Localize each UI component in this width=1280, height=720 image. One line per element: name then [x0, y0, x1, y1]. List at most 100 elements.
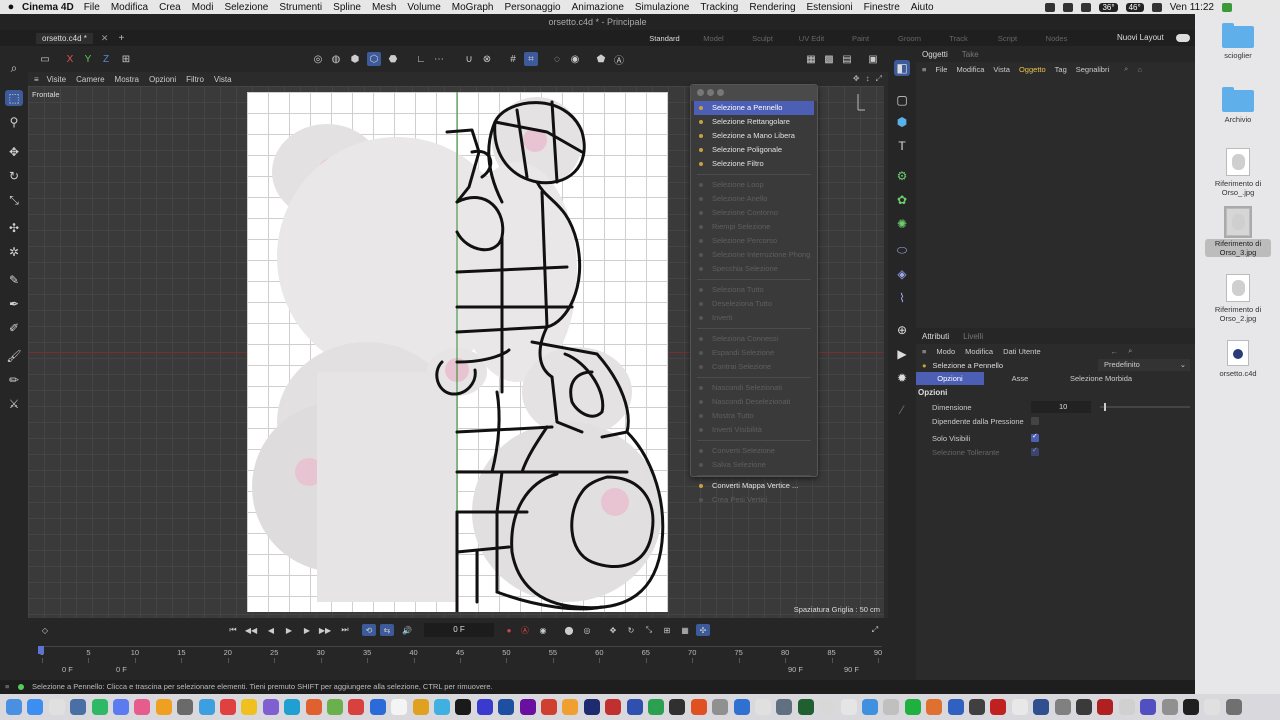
preview-start-field[interactable]: 0 F: [116, 665, 127, 674]
attr-menu-modifica[interactable]: Modifica: [965, 347, 993, 356]
coordinate-system-icon[interactable]: ⊞: [119, 52, 133, 66]
dock-app-icon[interactable]: [562, 699, 579, 715]
new-tab-icon[interactable]: +: [118, 33, 124, 44]
back-arrow-icon[interactable]: ←: [1111, 347, 1119, 356]
spline-pen-icon[interactable]: ✎: [5, 272, 23, 288]
dock-app-icon[interactable]: [755, 699, 771, 715]
dock-app-icon[interactable]: [434, 699, 450, 715]
cloud-icon[interactable]: [1063, 2, 1074, 12]
go-to-end-icon[interactable]: ⏭: [338, 624, 352, 636]
search-icon[interactable]: ⌕: [1124, 64, 1128, 74]
dock-app-icon[interactable]: [648, 699, 664, 715]
preset-dropdown[interactable]: Predefinito ⌄: [1098, 359, 1190, 371]
prev-frame-icon[interactable]: ◀: [264, 624, 278, 636]
points-mode-icon[interactable]: ⬢: [348, 52, 362, 66]
subtab-selezione-morbida[interactable]: Selezione Morbida: [1056, 372, 1146, 385]
transform-tool-icon[interactable]: ✣: [5, 220, 23, 236]
axis-mode-icon[interactable]: ∟: [414, 52, 428, 66]
dock-app-icon[interactable]: [70, 699, 87, 715]
viewport-menu-opzioni[interactable]: Opzioni: [149, 75, 176, 84]
viewport-menu-vista[interactable]: Vista: [214, 75, 232, 84]
layout-toggle[interactable]: [1176, 34, 1190, 42]
sketch-tool-icon[interactable]: ✐: [5, 320, 23, 336]
dock-app-icon[interactable]: [690, 699, 707, 715]
dock-app-icon[interactable]: [904, 699, 921, 715]
key-param-icon[interactable]: ⊞: [660, 624, 674, 636]
menu-volume[interactable]: Volume: [407, 2, 440, 13]
dimensione-field[interactable]: 10: [1031, 401, 1091, 413]
dock-app-icon[interactable]: [498, 699, 515, 715]
search-icon[interactable]: ⌕: [1128, 346, 1132, 356]
dock-app-icon[interactable]: [262, 699, 279, 715]
dock-app-icon[interactable]: [712, 699, 729, 715]
tweak-tool-icon[interactable]: ⚲: [5, 114, 23, 130]
dock-app-icon[interactable]: [48, 699, 65, 715]
maximize-icon[interactable]: ⤢: [876, 74, 882, 84]
selection-menu-item[interactable]: Converti Mappa Vertice ...: [694, 479, 814, 493]
render-view-icon[interactable]: ▦: [804, 52, 818, 66]
rotate-tool-icon[interactable]: ↻: [5, 168, 23, 184]
desktop-folder-archivio[interactable]: Archivio: [1205, 87, 1271, 124]
camera-icon[interactable]: ▶: [894, 346, 910, 362]
new-layouts-label[interactable]: Nuovi Layout: [1117, 33, 1164, 42]
generator-icon[interactable]: ⚙: [894, 168, 910, 184]
clapper-icon[interactable]: ▭: [38, 52, 52, 66]
app-menu[interactable]: Cinema 4D: [22, 2, 74, 13]
tab-oggetti[interactable]: Oggetti: [922, 50, 948, 59]
dock-app-icon[interactable]: [883, 699, 900, 715]
dock-app-icon[interactable]: [862, 699, 878, 715]
field-icon[interactable]: ◈: [894, 266, 910, 282]
layout-paint[interactable]: Paint: [836, 34, 885, 43]
menu-aiuto[interactable]: Aiuto: [911, 2, 934, 13]
layout-track[interactable]: Track: [934, 34, 983, 43]
dock-app-icon[interactable]: [840, 699, 857, 715]
search-icon[interactable]: ⌕: [5, 60, 23, 76]
tweak-mode-icon[interactable]: ⋯: [432, 52, 446, 66]
dock-app-icon[interactable]: [155, 699, 172, 715]
edit-icon[interactable]: ⁄: [894, 402, 910, 418]
play-icon[interactable]: ▶: [282, 624, 296, 636]
objects-menu-oggetto[interactable]: Oggetto: [1019, 65, 1046, 74]
record-icon[interactable]: Ⓐ: [518, 624, 532, 636]
dock-app-icon[interactable]: [1183, 699, 1199, 715]
close-tab-icon[interactable]: ✕: [101, 33, 109, 44]
gpu-temp-badge[interactable]: 46°: [1125, 2, 1144, 12]
key-position-icon[interactable]: ◎: [580, 624, 594, 636]
viewport-menu-visite[interactable]: Visite: [47, 75, 66, 84]
dock-app-icon[interactable]: [541, 699, 557, 715]
objects-menu-segnalibri[interactable]: Segnalibri: [1076, 65, 1109, 74]
menu-animazione[interactable]: Animazione: [572, 2, 624, 13]
hamburger-icon[interactable]: ≡: [922, 65, 926, 74]
tab-take[interactable]: Take: [962, 50, 979, 59]
key-move-icon[interactable]: ✥: [606, 624, 620, 636]
menu-finestre[interactable]: Finestre: [864, 2, 900, 13]
menu-spline[interactable]: Spline: [333, 2, 361, 13]
status-icon[interactable]: [1045, 2, 1056, 12]
dock-app-icon[interactable]: [220, 699, 236, 715]
go-to-start-icon[interactable]: ⏮: [226, 624, 240, 636]
selezione-tollerante-checkbox[interactable]: [1031, 446, 1039, 456]
dock-app-icon[interactable]: [6, 699, 22, 715]
menubar-clock[interactable]: Ven 11:22: [1170, 2, 1214, 13]
scale-tool-icon[interactable]: ⤡: [5, 192, 23, 208]
attr-menu-modo[interactable]: Modo: [936, 347, 955, 356]
brush-tool-icon[interactable]: 🖌: [5, 348, 23, 364]
desktop-folder-scioglier[interactable]: scioglier: [1205, 23, 1271, 60]
cpu-temp-badge[interactable]: 36°: [1099, 2, 1118, 12]
dock-app-icon[interactable]: [947, 699, 964, 715]
lock-icon[interactable]: ◧: [894, 60, 910, 76]
prev-key-icon[interactable]: ◀◀: [244, 624, 258, 636]
tab-attributi[interactable]: Attributi: [922, 332, 949, 341]
timeline-expand-icon[interactable]: ⤢: [868, 624, 882, 636]
selection-tool-icon[interactable]: ⬚: [5, 90, 23, 106]
subtab-opzioni[interactable]: Opzioni: [916, 372, 984, 385]
menu-modifica[interactable]: Modifica: [111, 2, 148, 13]
dock-app-icon[interactable]: [776, 699, 793, 715]
light-icon[interactable]: ✹: [894, 370, 910, 386]
layout-uv-edit[interactable]: UV Edit: [787, 34, 836, 43]
dock-app-icon[interactable]: [177, 699, 194, 715]
selection-menu-item[interactable]: Selezione Rettangolare: [694, 115, 814, 129]
tab-livelli[interactable]: Livelli: [963, 332, 983, 341]
uv-mode-icon[interactable]: ⬣: [386, 52, 400, 66]
menu-personaggio[interactable]: Personaggio: [504, 2, 560, 13]
